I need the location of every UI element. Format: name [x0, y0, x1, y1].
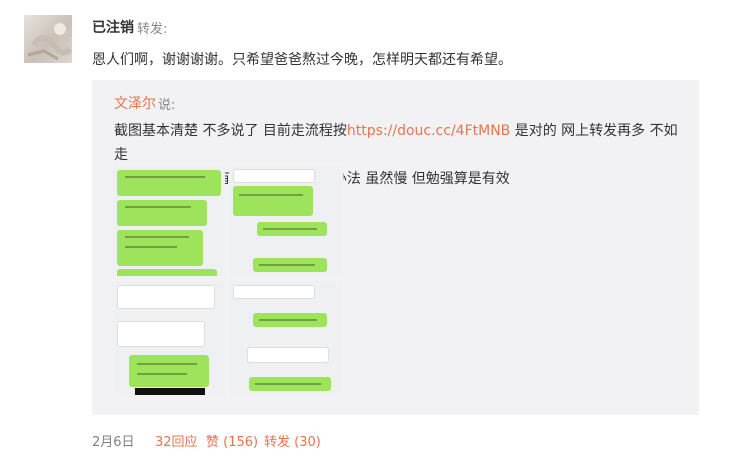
reposts-link[interactable]: 转发 (30) [264, 431, 321, 450]
quoted-text-prefix: 截图基本清楚 不多说了 目前走流程按 [114, 123, 347, 139]
quoted-author-name[interactable]: 文泽尔 [114, 93, 156, 113]
quoted-say-label: 说: [158, 98, 176, 113]
post-text: 恩人们啊，谢谢谢谢。只希望爸爸熬过今晚，怎样明天都还有希望。 [92, 52, 512, 68]
screenshot-thumb-3[interactable] [113, 281, 225, 395]
author-name[interactable]: 已注销 [92, 17, 134, 37]
avatar[interactable] [24, 15, 72, 63]
quoted-post: 文泽尔 说: 截图基本清楚 不多说了 目前走流程按https://douc.cc… [92, 80, 699, 415]
comments-link[interactable]: 32回应 [155, 431, 198, 450]
screenshot-thumb-1[interactable] [113, 166, 225, 276]
likes-link[interactable]: 赞 (156) [206, 431, 258, 450]
screenshot-thumb-4[interactable] [229, 281, 343, 395]
repost-label: 转发: [137, 22, 168, 37]
avatar-image [27, 23, 72, 61]
screenshot-thumb-2[interactable] [229, 166, 343, 276]
quoted-link[interactable]: https://douc.cc/4FtMNB [347, 123, 510, 139]
post-date: 2月6日 [92, 435, 135, 450]
